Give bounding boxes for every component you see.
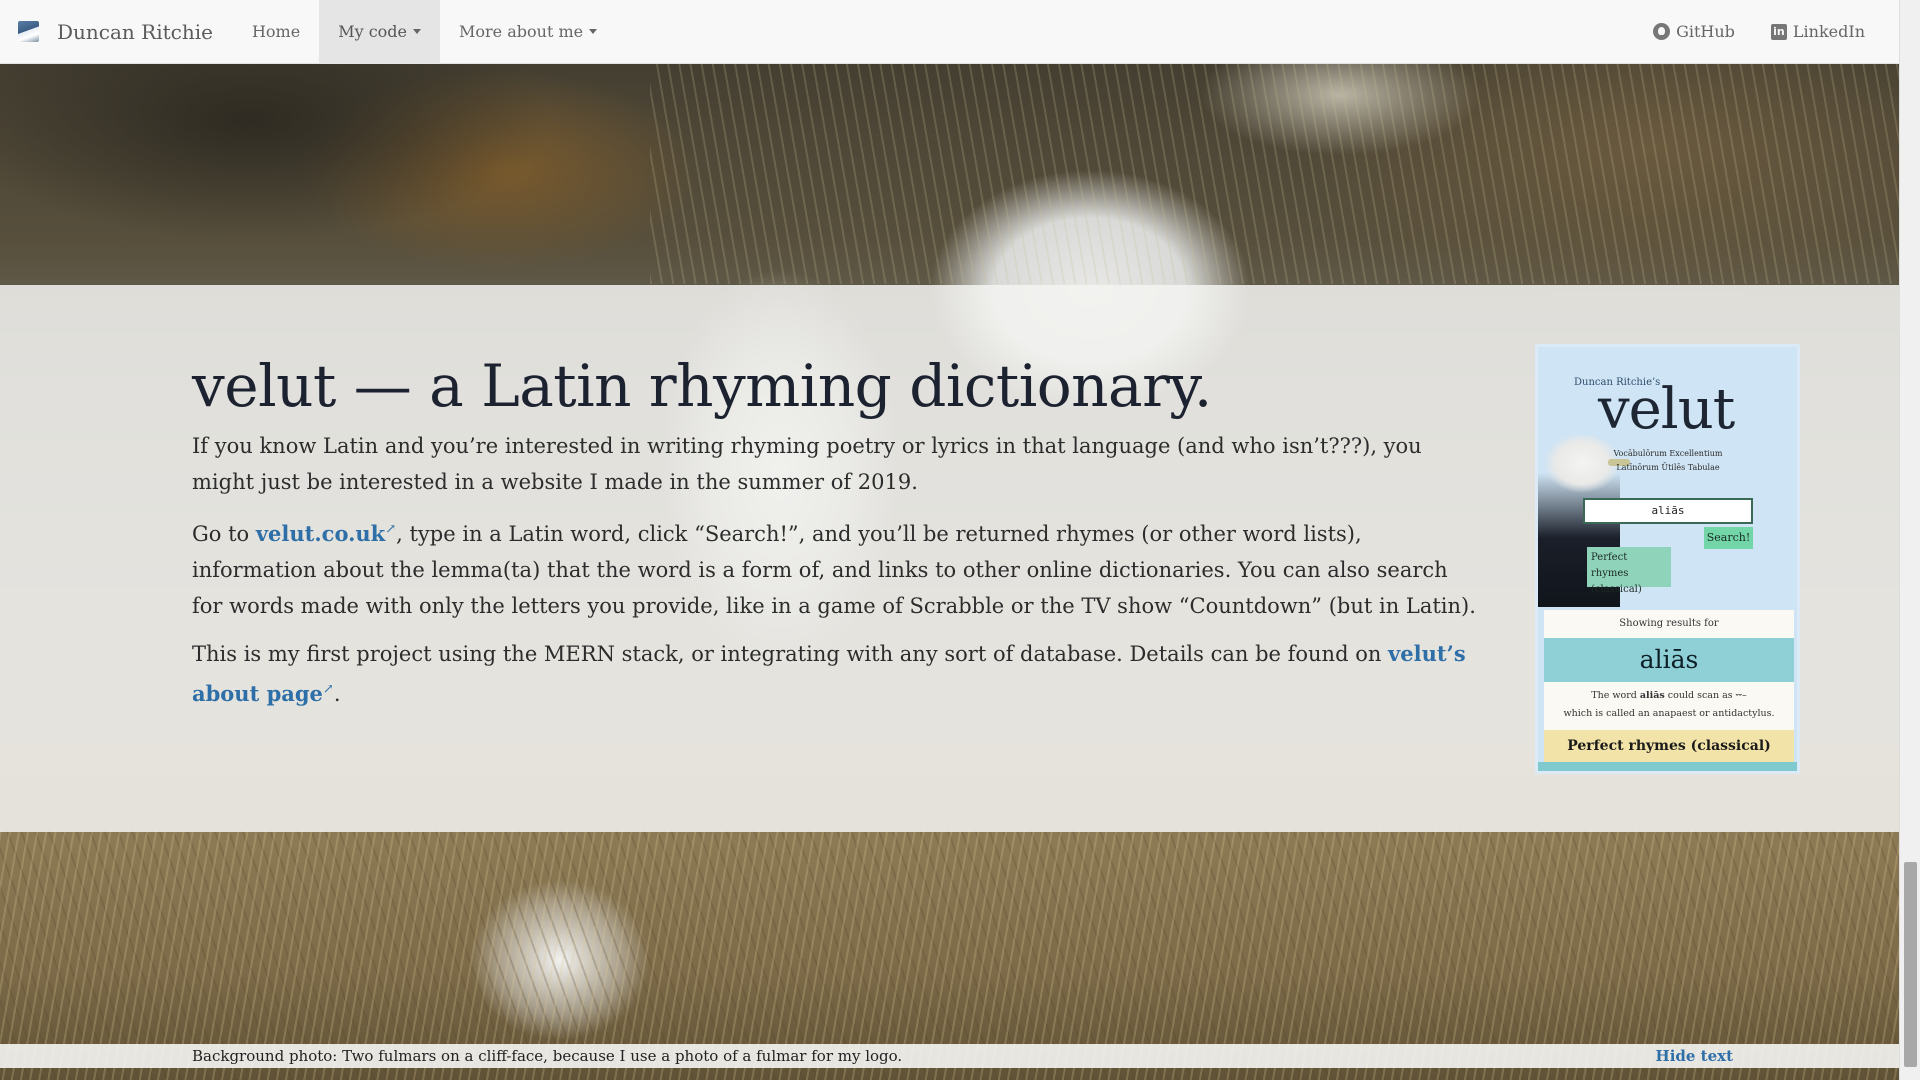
- preview-option: Perfect rhymes (classical): [1587, 547, 1671, 595]
- page-title: velut — a Latin rhyming dictionary.: [192, 352, 1212, 420]
- velut-site-link[interactable]: velut.co.uk↗: [256, 521, 396, 546]
- background-grass-bottom: [0, 830, 1899, 1080]
- preview-result-word: aliās: [1544, 638, 1794, 682]
- preview-subtitle-line-2: Latīnōrum Ūtilēs Tabulae: [1616, 463, 1720, 472]
- external-link-icon: ↗: [322, 682, 334, 697]
- github-icon: [1653, 23, 1671, 40]
- nav-my-code-label: My code: [338, 22, 408, 41]
- intro-paragraph: If you know Latin and you’re interested …: [192, 434, 1422, 494]
- nav-more-about-me-label: More about me: [459, 22, 584, 41]
- preview-logo: velut: [1598, 377, 1735, 442]
- main-content: velut — a Latin rhyming dictionary. If y…: [192, 350, 1482, 724]
- preview-search-button: Search!: [1704, 527, 1753, 549]
- preview-scansion-word: aliās: [1639, 690, 1665, 701]
- linkedin-label: LinkedIn: [1792, 22, 1865, 41]
- github-link[interactable]: GitHub: [1635, 0, 1753, 63]
- background-grass-top: [650, 64, 1899, 284]
- preview-showing-label: Showing results for: [1544, 610, 1794, 638]
- preview-scansion-line-2: which is called an anapaest or antidacty…: [1563, 708, 1775, 719]
- page-scrollbar[interactable]: [1899, 0, 1920, 1080]
- nav-home-label: Home: [251, 22, 301, 41]
- photo-caption-bar: Background photo: Two fulmars on a cliff…: [0, 1044, 1899, 1068]
- preview-option-line-2: (classical): [1591, 584, 1642, 595]
- preview-bottom-strip: [1538, 762, 1797, 771]
- brand-link[interactable]: Duncan Ritchie: [0, 0, 233, 63]
- preview-option-line-1: Perfect rhymes: [1591, 552, 1629, 579]
- preview-subtitle: Vocābulōrum Excellentium Latīnōrum Ūtilē…: [1608, 447, 1728, 475]
- photo-caption-text: Background photo: Two fulmars on a cliff…: [192, 1047, 903, 1065]
- fulmar-logo-icon: [18, 21, 39, 42]
- usage-paragraph: Go to velut.co.uk↗, type in a Latin word…: [192, 512, 1482, 624]
- velut-site-link-label: velut.co.uk: [255, 521, 386, 546]
- usage-prefix: Go to: [192, 522, 256, 546]
- hide-text-link[interactable]: Hide text: [1656, 1044, 1733, 1068]
- caret-down-icon: [589, 29, 598, 34]
- caret-down-icon: [413, 29, 422, 34]
- nav-home[interactable]: Home: [233, 0, 319, 63]
- preview-scansion-suffix: could scan as ⏑⏑–: [1664, 690, 1747, 701]
- details-suffix: .: [333, 682, 341, 706]
- preview-scansion-line-1: The word aliās could scan as ⏑⏑–: [1544, 687, 1794, 705]
- linkedin-link[interactable]: in LinkedIn: [1753, 0, 1883, 63]
- navbar: Duncan Ritchie Home My code More about m…: [0, 0, 1899, 64]
- linkedin-icon: in: [1770, 23, 1787, 40]
- details-paragraph: This is my first project using the MERN …: [192, 636, 1482, 712]
- details-prefix: This is my first project using the MERN …: [192, 642, 1389, 666]
- preview-scansion: The word aliās could scan as ⏑⏑– which i…: [1544, 682, 1794, 730]
- preview-subtitle-line-1: Vocābulōrum Excellentium: [1613, 449, 1723, 458]
- external-link-icon: ↗: [385, 522, 397, 537]
- preview-rhymes-heading: Perfect rhymes (classical): [1544, 730, 1794, 762]
- preview-scansion-prefix: The word: [1591, 690, 1640, 701]
- github-label: GitHub: [1676, 22, 1735, 41]
- nav-my-code-dropdown[interactable]: My code: [319, 0, 441, 63]
- preview-search-input: aliās: [1583, 498, 1753, 524]
- velut-screenshot-preview: Duncan Ritchie’s velut Vocābulōrum Excel…: [1535, 344, 1800, 774]
- brand-name: Duncan Ritchie: [57, 19, 213, 44]
- scrollbar-thumb[interactable]: [1904, 862, 1917, 1067]
- nav-right-links: GitHub in LinkedIn: [1635, 0, 1899, 63]
- nav-more-about-me-dropdown[interactable]: More about me: [440, 0, 616, 63]
